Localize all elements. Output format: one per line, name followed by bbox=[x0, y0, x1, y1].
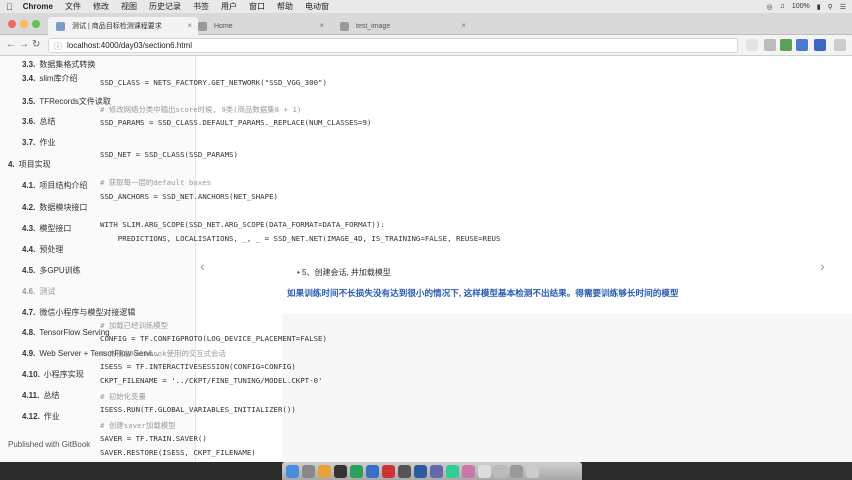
forward-icon[interactable]: → bbox=[19, 39, 29, 50]
tab-label: 测试 | 商品目标检测课程要求 bbox=[72, 23, 162, 30]
status-area: ◎ ♫ 100% ▮ ⚲ ☰ bbox=[766, 0, 846, 13]
close-window-icon[interactable] bbox=[8, 20, 16, 28]
terminal-icon[interactable] bbox=[334, 464, 347, 478]
next-page-icon[interactable]: › bbox=[820, 258, 825, 274]
chrome-menu-icon[interactable] bbox=[834, 39, 846, 51]
tab-test-image[interactable]: test_image × bbox=[332, 17, 472, 35]
sidebar-item[interactable]: 4.7. 微信小程序与模型对接逻辑 bbox=[0, 304, 196, 320]
macos-menubar:  Chrome 文件 修改 视图 历史记录 书签 用户 窗口 帮助 电动窗 ◎… bbox=[0, 0, 852, 13]
code-comment: # 加载已经训练模型 bbox=[100, 321, 169, 330]
app-icon[interactable] bbox=[510, 464, 523, 478]
menu-edit[interactable]: 修改 bbox=[93, 1, 109, 12]
app-icon[interactable] bbox=[430, 464, 443, 478]
search-icon[interactable]: ⚲ bbox=[828, 3, 833, 11]
menu-extra[interactable]: 电动窗 bbox=[305, 1, 329, 12]
bookmark-star-icon[interactable] bbox=[746, 39, 758, 51]
battery-percent: 100% bbox=[791, 3, 810, 10]
app-icon[interactable] bbox=[350, 464, 363, 478]
code-line: WITH SLIM.ARG_SCOPE(SSD_NET.ARG_SCOPE(DA… bbox=[100, 220, 385, 229]
app-icon[interactable] bbox=[414, 464, 427, 478]
code-line: ISESS = TF.INTERACTIVESESSION(CONFIG=CON… bbox=[100, 362, 296, 371]
info-icon[interactable]: ⓘ bbox=[54, 41, 62, 52]
prev-page-icon[interactable]: ‹ bbox=[200, 258, 205, 274]
page-icon bbox=[340, 22, 349, 31]
tab-label: Home bbox=[214, 22, 233, 30]
code-line: CKPT_FILENAME = '../CKPT/FINE_TUNING/MOD… bbox=[100, 376, 323, 385]
code-line: ISESS.RUN(TF.GLOBAL_VARIABLES_INITIALIZE… bbox=[100, 405, 296, 414]
dock bbox=[282, 462, 582, 480]
code-comment: # 创建saver加载模型 bbox=[100, 421, 176, 430]
extension-icon[interactable] bbox=[814, 39, 826, 51]
finder-icon[interactable] bbox=[286, 464, 299, 478]
volume-icon[interactable]: ♫ bbox=[780, 3, 785, 10]
trash-icon[interactable] bbox=[526, 464, 539, 478]
wifi-icon[interactable]: ◎ bbox=[766, 3, 772, 11]
code-line: SSD_NET = SSD_CLASS(SSD_PARAMS) bbox=[100, 150, 238, 159]
menu-help[interactable]: 帮助 bbox=[277, 1, 293, 12]
page-icon bbox=[56, 22, 65, 31]
app-icon[interactable] bbox=[494, 464, 507, 478]
sidebar-item[interactable]: 4.4. 预处理 bbox=[0, 241, 196, 257]
back-icon[interactable]: ← bbox=[6, 39, 16, 50]
app-icon[interactable] bbox=[398, 464, 411, 478]
code-line: SSD_CLASS = NETS_FACTORY.GET_NETWORK("SS… bbox=[100, 78, 327, 87]
reload-icon[interactable]: ↻ bbox=[32, 39, 40, 50]
code-comment: # 修改网络分类中输出score时候, 9类(商品数据集8 + 1) bbox=[100, 105, 302, 114]
apple-icon[interactable]:  bbox=[6, 2, 13, 12]
menu-app[interactable]: Chrome bbox=[23, 2, 53, 11]
app-icon[interactable] bbox=[382, 464, 395, 478]
code-line: SSD_PARAMS = SSD_CLASS.DEFAULT_PARAMS._R… bbox=[100, 118, 372, 127]
sidebar-item[interactable]: 4.5. 多GPU训练 bbox=[0, 262, 196, 278]
code-line: PREDICTIONS, LOCALISATIONS, _, _ = SSD_N… bbox=[100, 234, 501, 243]
sidebar-item[interactable]: 4.11. 总结 bbox=[0, 387, 196, 403]
menu-history[interactable]: 历史记录 bbox=[149, 1, 181, 12]
sidebar-item[interactable]: 4.2. 数据模块接口 bbox=[0, 199, 196, 215]
tab-bar: 测试 | 商品目标检测课程要求 × Home × test_image × bbox=[0, 13, 852, 35]
app-icon[interactable] bbox=[478, 464, 491, 478]
sidebar-item[interactable]: 3.7. 作业 bbox=[0, 134, 196, 150]
gitbook-link[interactable]: Published with GitBook bbox=[8, 440, 90, 449]
extension-icon[interactable] bbox=[796, 39, 808, 51]
toolbar: ← → ↻ ⓘ localhost:4000/day03/section6.ht… bbox=[0, 35, 852, 56]
minimize-window-icon[interactable] bbox=[20, 20, 28, 28]
code-line: SAVER = TF.TRAIN.SAVER() bbox=[100, 434, 207, 443]
app-icon[interactable] bbox=[462, 464, 475, 478]
battery-icon[interactable]: ▮ bbox=[817, 3, 821, 11]
code-comment: # 初始化变量 bbox=[100, 392, 146, 401]
tab-label: test_image bbox=[356, 22, 391, 30]
code-comment: # 获取每一层的default boxes bbox=[100, 178, 212, 187]
extension-icon[interactable] bbox=[764, 39, 776, 51]
code-line: CONFIG = TF.CONFIGPROTO(LOG_DEVICE_PLACE… bbox=[100, 334, 327, 343]
fullscreen-window-icon[interactable] bbox=[32, 20, 40, 28]
sidebar-item-active[interactable]: 4.6. 测试 bbox=[0, 283, 196, 299]
launchpad-icon[interactable] bbox=[302, 464, 315, 478]
notice-text: 如果训练时间不长损失没有达到很小的情况下, 这样模型基本检测不出结果。得需要训练… bbox=[287, 288, 679, 298]
code-line: SAVER.RESTORE(ISESS, CKPT_FILENAME) bbox=[100, 448, 256, 457]
tab-course[interactable]: 测试 | 商品目标检测课程要求 × bbox=[48, 17, 198, 35]
step-heading: • 5、创建会话, 并加载模型 bbox=[297, 268, 391, 277]
code-line: SSD_ANCHORS = SSD_NET.ANCHORS(NET_SHAPE) bbox=[100, 192, 278, 201]
menu-user[interactable]: 用户 bbox=[221, 1, 237, 12]
url-text: localhost:4000/day03/section6.html bbox=[67, 41, 192, 50]
code-block bbox=[282, 314, 852, 462]
menu-file[interactable]: 文件 bbox=[65, 1, 81, 12]
sidebar: 3.3. 数据集格式转换 3.4. slim库介绍 3.5. TFRecords文件读… bbox=[0, 56, 196, 462]
page-icon bbox=[198, 22, 207, 31]
menu-window[interactable]: 窗口 bbox=[249, 1, 265, 12]
chrome-icon[interactable] bbox=[318, 464, 331, 478]
app-icon[interactable] bbox=[446, 464, 459, 478]
menu-view[interactable]: 视图 bbox=[121, 1, 137, 12]
menu-bookmarks[interactable]: 书签 bbox=[193, 1, 209, 12]
tab-home[interactable]: Home × bbox=[190, 17, 330, 35]
extension-icon[interactable] bbox=[780, 39, 792, 51]
address-bar[interactable]: ⓘ localhost:4000/day03/section6.html bbox=[48, 38, 738, 53]
code-comment: # 方便在Notebook使用的交互式会话 bbox=[100, 349, 226, 358]
close-tab-icon[interactable]: × bbox=[461, 21, 466, 30]
close-tab-icon[interactable]: × bbox=[319, 21, 324, 30]
menu-icon[interactable]: ☰ bbox=[840, 3, 846, 11]
app-icon[interactable] bbox=[366, 464, 379, 478]
